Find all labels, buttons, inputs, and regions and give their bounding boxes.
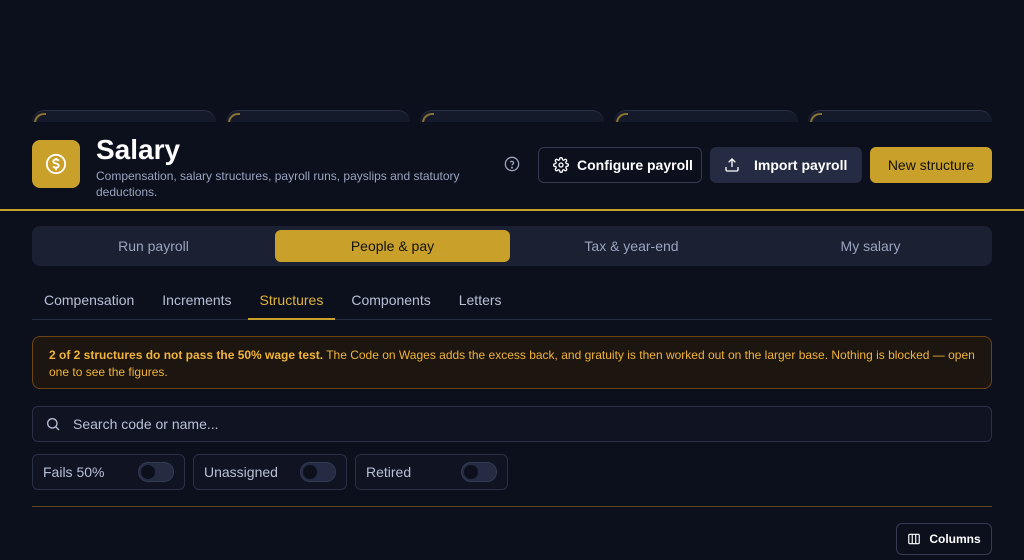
- unassigned-toggle[interactable]: [300, 462, 336, 482]
- tab-my-salary[interactable]: My salary: [753, 230, 988, 262]
- peek-card[interactable]: [420, 110, 604, 122]
- section-divider: [32, 506, 992, 507]
- header-divider: [0, 209, 1024, 211]
- filter-retired[interactable]: Retired: [355, 454, 508, 490]
- peek-card[interactable]: [32, 110, 216, 122]
- dollar-circle-icon: [45, 153, 67, 175]
- configure-payroll-button[interactable]: Configure payroll: [538, 147, 702, 183]
- columns-icon: [908, 533, 921, 545]
- gear-icon: [553, 157, 569, 173]
- tab-people-pay[interactable]: People & pay: [275, 230, 510, 262]
- filter-label: Retired: [366, 464, 412, 480]
- subtab-increments[interactable]: Increments: [150, 282, 243, 320]
- help-circle-icon[interactable]: [504, 156, 520, 172]
- tab-run-payroll[interactable]: Run payroll: [36, 230, 271, 262]
- filter-label: Fails 50%: [43, 464, 105, 480]
- retired-toggle[interactable]: [461, 462, 497, 482]
- wage-test-alert: 2 of 2 structures do not pass the 50% wa…: [32, 336, 992, 389]
- sub-tabs: Compensation Increments Structures Compo…: [32, 282, 992, 320]
- search-icon: [47, 418, 60, 431]
- columns-label: Columns: [929, 532, 981, 546]
- columns-button[interactable]: Columns: [896, 523, 992, 555]
- segment-tabs: Run payroll People & pay Tax & year-end …: [32, 226, 992, 266]
- search-bar: [32, 406, 992, 442]
- page-header: Salary Compensation, salary structures, …: [32, 134, 992, 200]
- import-payroll-label: Import payroll: [754, 157, 848, 173]
- peek-cards-row: [32, 110, 992, 122]
- tab-tax-year-end[interactable]: Tax & year-end: [514, 230, 749, 262]
- filter-label: Unassigned: [204, 464, 278, 480]
- fails-50-toggle[interactable]: [138, 462, 174, 482]
- filter-toggles: Fails 50% Unassigned Retired: [32, 454, 508, 490]
- peek-card[interactable]: [226, 110, 410, 122]
- subtab-compensation[interactable]: Compensation: [32, 282, 146, 320]
- alert-headline: 2 of 2 structures do not pass the 50% wa…: [49, 348, 324, 362]
- page-title: Salary: [96, 134, 181, 165]
- search-input[interactable]: [73, 416, 991, 432]
- filter-fails-50[interactable]: Fails 50%: [32, 454, 185, 490]
- upload-icon: [725, 158, 739, 172]
- peek-card[interactable]: [614, 110, 798, 122]
- app-root: Salary Compensation, salary structures, …: [0, 0, 1024, 560]
- salary-logo: [32, 140, 80, 188]
- new-structure-button[interactable]: New structure: [870, 147, 992, 183]
- subtab-letters[interactable]: Letters: [447, 282, 514, 320]
- import-payroll-button[interactable]: Import payroll: [710, 147, 862, 183]
- subtab-structures[interactable]: Structures: [247, 282, 336, 320]
- configure-payroll-label: Configure payroll: [577, 157, 693, 173]
- page-subtitle: Compensation, salary structures, payroll…: [96, 169, 460, 199]
- peek-card[interactable]: [808, 110, 992, 122]
- subtab-components[interactable]: Components: [339, 282, 442, 320]
- filter-unassigned[interactable]: Unassigned: [193, 454, 347, 490]
